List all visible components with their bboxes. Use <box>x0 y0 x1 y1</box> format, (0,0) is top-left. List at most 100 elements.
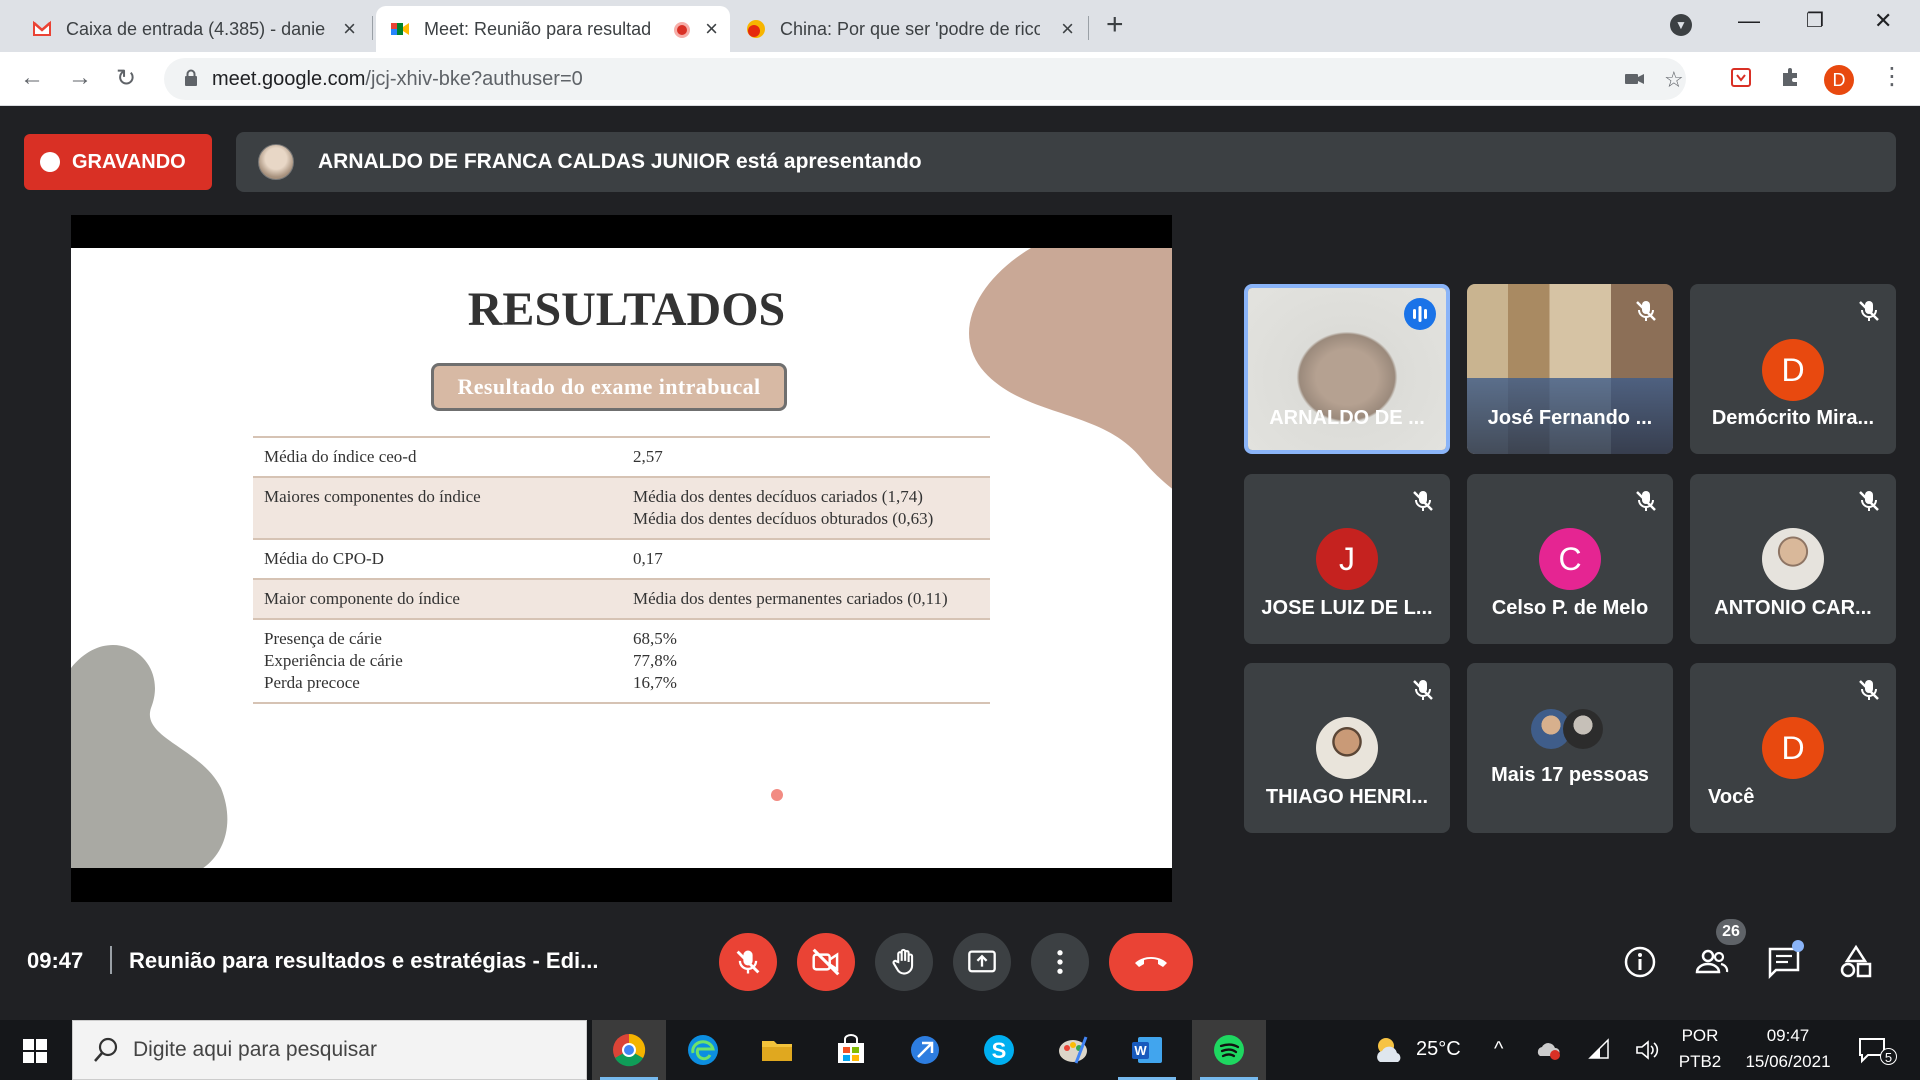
tab-gmail[interactable]: Caixa de entrada (4.385) - daniel × <box>18 6 368 52</box>
cell-text: 77,8% <box>633 651 677 670</box>
folder-icon <box>762 1041 792 1061</box>
presenting-banner: ARNALDO DE FRANCA CALDAS JUNIOR está apr… <box>236 132 1896 192</box>
participant-tile-self[interactable]: D Você <box>1690 663 1896 833</box>
mic-off-icon <box>1859 680 1879 700</box>
gmail-icon <box>33 20 51 36</box>
wifi-icon[interactable] <box>1588 1038 1612 1062</box>
camera-toggle-button[interactable] <box>797 933 855 991</box>
windows-start-icon[interactable] <box>22 1038 48 1064</box>
taskbar-paint[interactable] <box>1036 1020 1110 1080</box>
news-icon <box>747 20 765 38</box>
more-options-button[interactable] <box>1031 933 1089 991</box>
close-tab-icon[interactable]: × <box>1061 16 1074 42</box>
app-icon <box>911 1036 939 1064</box>
speaking-indicator-icon <box>1404 298 1436 330</box>
participant-name: Você <box>1708 786 1755 808</box>
bookmark-star-icon[interactable]: ☆ <box>1664 67 1684 93</box>
show-hidden-icons-icon[interactable]: ^ <box>1494 1038 1503 1061</box>
weather-icon[interactable] <box>1372 1034 1406 1066</box>
participant-tile[interactable]: J JOSE LUIZ DE L... <box>1244 474 1450 644</box>
cloud-sync-error-icon[interactable] <box>1536 1038 1562 1062</box>
taskbar-chrome[interactable] <box>592 1020 666 1080</box>
taskbar-edge[interactable] <box>666 1020 740 1080</box>
taskbar-skype[interactable]: S <box>962 1020 1036 1080</box>
skype-icon: S <box>984 1035 1014 1065</box>
svg-text:W: W <box>1134 1043 1147 1058</box>
participant-tile[interactable]: C Celso P. de Melo <box>1467 474 1673 644</box>
activities-icon[interactable] <box>1838 944 1874 980</box>
avatar <box>1762 528 1824 590</box>
tab-news[interactable]: China: Por que ser 'podre de rico × <box>732 6 1086 52</box>
reload-icon[interactable]: ↻ <box>116 64 136 93</box>
table-cell-label: Média do índice ceo-d <box>264 446 633 468</box>
slide-title: RESULTADOS <box>467 283 786 336</box>
leave-call-button[interactable] <box>1109 933 1193 991</box>
divider <box>110 946 112 974</box>
close-window-icon[interactable]: ✕ <box>1874 8 1892 34</box>
forward-icon[interactable]: → <box>68 64 92 92</box>
cell-text: Perda precoce <box>264 673 360 692</box>
extension-icon[interactable] <box>1730 66 1752 88</box>
profile-avatar[interactable]: D <box>1824 65 1854 95</box>
participant-tile-more[interactable]: Mais 17 pessoas <box>1467 663 1673 833</box>
minimize-icon[interactable]: — <box>1738 8 1760 34</box>
mic-off-icon <box>736 950 760 974</box>
participant-tile[interactable]: D Demócrito Mira... <box>1690 284 1896 454</box>
hang-up-icon <box>1135 957 1167 967</box>
mic-off-icon <box>1413 680 1433 700</box>
participant-tile[interactable]: ANTONIO CAR... <box>1690 474 1896 644</box>
puzzle-icon[interactable] <box>1780 66 1802 88</box>
participant-name: Demócrito Mira... <box>1711 407 1875 429</box>
table-cell-value: 2,57 <box>633 446 990 468</box>
taskbar-store[interactable] <box>814 1020 888 1080</box>
participant-tile[interactable]: ARNALDO DE ... <box>1244 284 1450 454</box>
tab-search-icon[interactable]: ▼ <box>1670 14 1692 36</box>
pointer-cursor-icon <box>771 789 783 801</box>
notification-center-icon[interactable]: 5 <box>1858 1036 1898 1066</box>
slide: RESULTADOS Resultado do exame intrabucal… <box>71 248 1172 868</box>
present-screen-button[interactable] <box>953 933 1011 991</box>
browser-menu-icon[interactable]: ⋮ <box>1880 62 1904 91</box>
presentation-stage[interactable]: RESULTADOS Resultado do exame intrabucal… <box>71 215 1172 902</box>
cell-text: Experiência de cárie <box>264 651 403 670</box>
mic-off-icon <box>1859 301 1879 321</box>
new-tab-icon[interactable]: + <box>1106 8 1124 42</box>
close-tab-icon[interactable]: × <box>343 16 356 42</box>
language-indicator[interactable]: POR PTB2 <box>1672 1026 1728 1072</box>
edge-icon <box>688 1035 718 1065</box>
cell-text: Média dos dentes decíduos cariados (1,74… <box>633 487 923 506</box>
raise-hand-button[interactable] <box>875 933 933 991</box>
table-cell-label: Maior componente do índice <box>264 588 633 610</box>
meeting-info-icon[interactable] <box>1622 944 1658 980</box>
close-tab-icon[interactable]: × <box>705 16 718 42</box>
svg-text:S: S <box>992 1038 1007 1063</box>
table-cell-value: Média dos dentes decíduos cariados (1,74… <box>633 486 990 530</box>
address-bar[interactable]: meet.google.com/jcj-xhiv-bke?authuser=0 … <box>164 58 1686 100</box>
table-cell-label: Presença de cárie Experiência de cárie Per… <box>264 628 633 694</box>
tab-meet[interactable]: Meet: Reunião para resultad × <box>376 6 730 52</box>
taskbar-file-explorer[interactable] <box>740 1020 814 1080</box>
recording-badge: GRAVANDO <box>24 134 212 190</box>
camera-blocked-icon[interactable] <box>1624 68 1646 90</box>
taskbar-spotify[interactable] <box>1192 1020 1266 1080</box>
present-icon <box>968 950 996 973</box>
taskbar-search-box[interactable]: Digite aqui para pesquisar <box>72 1020 587 1080</box>
participant-name: ANTONIO CAR... <box>1714 597 1872 619</box>
people-icon[interactable] <box>1694 944 1730 980</box>
volume-icon[interactable] <box>1634 1038 1660 1062</box>
taskbar-clock[interactable]: 09:47 15/06/2021 <box>1740 1026 1836 1072</box>
mic-off-icon <box>1413 491 1433 511</box>
tab-title: Meet: Reunião para resultad <box>424 18 652 39</box>
participant-tile[interactable]: José Fernando ... <box>1467 284 1673 454</box>
taskbar-word[interactable]: W <box>1110 1020 1184 1080</box>
participant-tile[interactable]: THIAGO HENRI... <box>1244 663 1450 833</box>
decorative-blob <box>71 645 228 868</box>
cell-text: Maiores componentes do índice <box>264 487 481 506</box>
restore-icon[interactable]: ❐ <box>1806 8 1824 33</box>
recording-label: GRAVANDO <box>72 150 186 173</box>
back-icon[interactable]: ← <box>20 64 44 92</box>
windows-taskbar: Digite aqui para pesquisar S W 25°C ^ PO… <box>0 1020 1920 1080</box>
taskbar-app[interactable] <box>888 1020 962 1080</box>
mic-toggle-button[interactable] <box>719 933 777 991</box>
table-row: Média do índice ceo-d 2,57 <box>253 438 990 478</box>
